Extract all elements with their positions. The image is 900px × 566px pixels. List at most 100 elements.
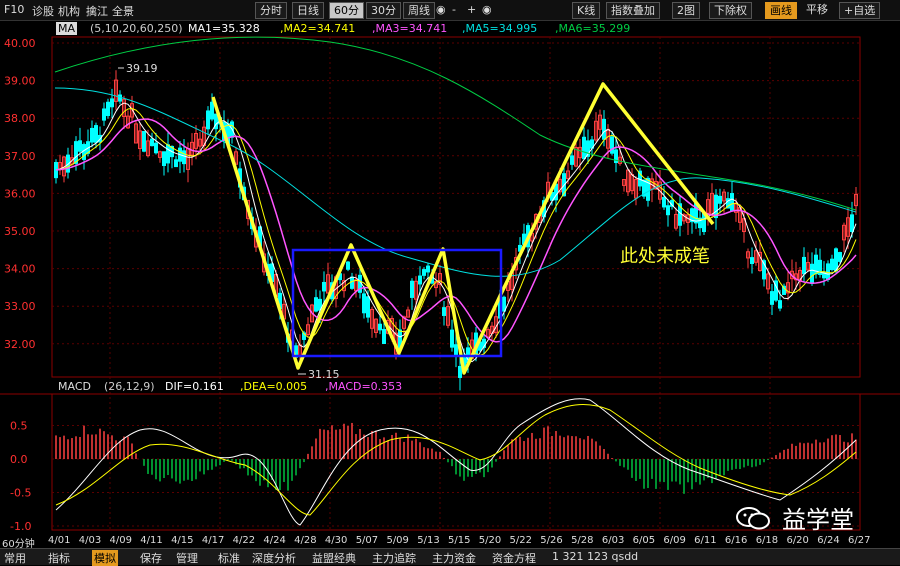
candle-body: [206, 110, 210, 130]
x-tick-label: 4/30: [324, 535, 348, 546]
candle-body: [770, 291, 774, 305]
x-tick-label: 4/24: [263, 535, 286, 546]
x-tick-label: 5/07: [355, 535, 379, 546]
candle-body: [106, 101, 110, 117]
price-tick-label: 35.00: [4, 225, 36, 238]
candle-body: [718, 195, 722, 204]
price-chart[interactable]: 40.00 39.00 38.00 37.00 36.00 35.00 34.00 33.00…: [0, 0, 900, 564]
candle-body: [162, 151, 166, 167]
macd-params: (26,12,9): [104, 380, 155, 393]
candle-body: [182, 150, 186, 165]
x-tick-label: 4/01: [48, 535, 71, 546]
price-tick-label: 37.00: [4, 150, 36, 163]
high-label: 39.19: [126, 62, 158, 75]
x-tick-label: 6/18: [755, 535, 779, 546]
x-tick-label: 4/15: [171, 535, 194, 546]
x-tick-label: 5/28: [571, 535, 594, 546]
x-tick-label: 4/03: [78, 535, 102, 546]
x-tick-label: 4/22: [232, 535, 256, 546]
candle-body: [410, 280, 414, 298]
candle-body: [418, 275, 422, 285]
macd-tick-label: -0.5: [10, 487, 31, 500]
candle-body: [350, 276, 354, 289]
candle-body: [582, 136, 586, 160]
x-tick-label: 6/24: [817, 535, 840, 546]
x-tick-label: 4/28: [294, 535, 317, 546]
dif-value: DIF=0.161: [165, 380, 224, 393]
candle-body: [458, 365, 462, 378]
x-tick-label: 6/11: [694, 535, 717, 546]
candle-body: [94, 125, 98, 143]
candle-body: [378, 323, 382, 331]
candle-body: [166, 144, 170, 164]
candle-body: [850, 214, 854, 233]
macd-value: ,MACD=0.353: [325, 380, 403, 393]
candle-body: [346, 261, 350, 270]
x-axis: 4/01 4/03 4/09 4/11 4/15 4/17 4/22 4/24 4/28 4/30…: [0, 535, 900, 548]
candle-body: [102, 108, 106, 121]
price-tick-label: 36.00: [4, 187, 36, 200]
x-tick-label: 6/27: [848, 535, 871, 546]
x-tick-label: 5/26: [540, 535, 563, 546]
price-tick-label: 32.00: [4, 338, 36, 351]
candle-body: [834, 248, 838, 272]
candle-body: [150, 138, 154, 147]
candle-body: [666, 205, 670, 216]
x-tick-label: 5/20: [478, 535, 502, 546]
candle-body: [314, 297, 318, 312]
price-tick-label: 40.00: [4, 37, 36, 50]
x-tick-label: 5/15: [448, 535, 471, 546]
candle-body: [442, 307, 446, 316]
candle-body: [830, 258, 834, 271]
candle-body: [110, 98, 114, 108]
candle-body: [174, 159, 178, 168]
macd-histogram: [55, 422, 857, 494]
candle-body: [82, 144, 86, 160]
candle-body: [90, 127, 94, 143]
macd-tick-label: 0.5: [10, 420, 28, 433]
candle-body: [366, 296, 370, 318]
price-tick-label: 34.00: [4, 263, 36, 276]
ma6-line: [54, 36, 857, 211]
candle-body: [422, 269, 426, 276]
dea-value: ,DEA=0.005: [240, 380, 308, 393]
x-tick-label: 5/13: [417, 535, 440, 546]
period-label: 60分钟: [2, 539, 35, 550]
x-tick-label: 6/09: [663, 535, 686, 546]
x-tick-label: 4/17: [201, 535, 225, 546]
x-tick-label: 6/16: [724, 535, 748, 546]
macd-tick-label: 0.0: [10, 453, 28, 466]
x-tick-label: 6/03: [601, 535, 625, 546]
candle-body: [570, 155, 574, 165]
candle-body: [838, 252, 842, 262]
watermark-text: 益学堂: [782, 506, 854, 534]
status-text: 1 321 123 qsdd: [552, 550, 639, 563]
candle-body: [142, 130, 146, 152]
candle-body: [210, 101, 214, 120]
candle-body: [426, 265, 430, 273]
candle-body: [362, 293, 366, 314]
candle-body: [78, 140, 82, 152]
candle-body: [450, 329, 454, 348]
candle-body: [646, 177, 650, 201]
x-tick-label: 4/11: [140, 535, 163, 546]
candle-body: [74, 141, 78, 164]
candle-body: [802, 256, 806, 275]
price-tick-label: 38.00: [4, 112, 36, 125]
candle-body: [778, 300, 782, 309]
x-tick-label: 4/09: [109, 535, 132, 546]
x-tick-label: 5/22: [509, 535, 532, 546]
bottom-toolbar: 60分钟 常用 指标 模拟 保存 管理 标准 深度分析 益盟经典 主力追踪 主力…: [0, 539, 900, 566]
candle-body: [826, 263, 830, 281]
candle-body: [730, 193, 734, 212]
wechat-icon: [736, 507, 770, 530]
candle-body: [454, 344, 458, 356]
candle-body: [382, 328, 386, 344]
price-tick-label: 39.00: [4, 75, 36, 88]
x-tick-label: 6/05: [632, 535, 656, 546]
candle-body: [154, 142, 158, 154]
macd-label: MACD: [58, 380, 91, 393]
candle-body: [118, 94, 122, 102]
annotation-note: 此处未成笔: [620, 246, 710, 267]
macd-tick-label: -1.0: [10, 520, 31, 533]
